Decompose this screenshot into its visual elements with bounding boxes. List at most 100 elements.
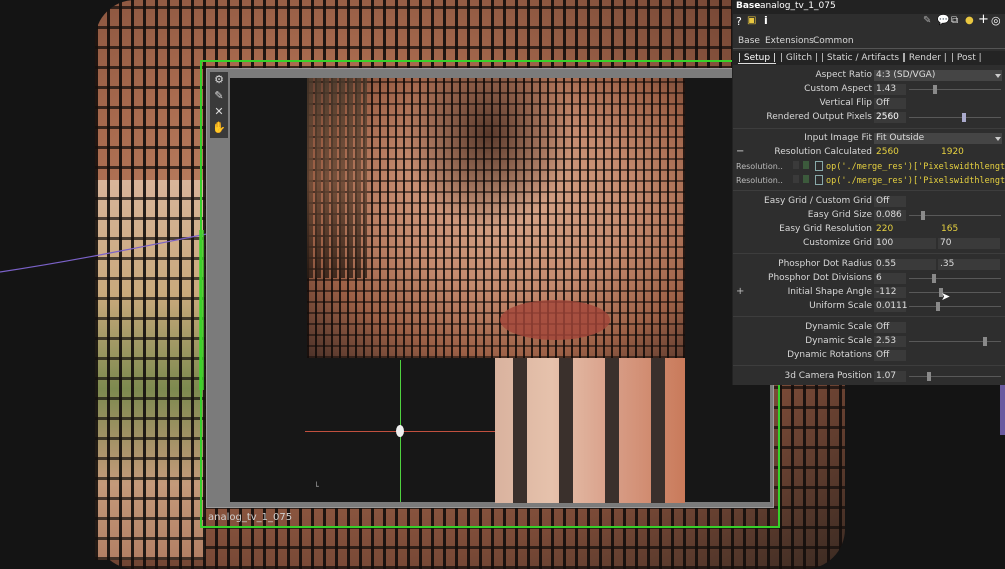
viewer-close-icon[interactable]: ✕ — [210, 104, 228, 120]
custom-aspect-slider[interactable] — [909, 89, 1001, 90]
input-fit-dropdown[interactable]: Fit Outside — [874, 133, 1002, 144]
node-name-label: analog_tv_1_075 — [208, 512, 293, 523]
customize-grid-x-field[interactable]: 100 — [874, 238, 936, 249]
easy-grid-res-y: 165 — [941, 224, 959, 234]
axis-gizmo-icon: └ — [314, 482, 319, 491]
custom-aspect-field[interactable]: 1.43 — [874, 84, 906, 95]
customize-grid-y-field[interactable]: 70 — [938, 238, 1000, 249]
network-editor[interactable]: ⚙ ✎ ✕ ✋ └ analog_tv_1_075 Base analog_tv… — [0, 0, 1005, 569]
node-input-connector[interactable] — [199, 230, 204, 390]
chevron-down-icon — [995, 137, 1001, 141]
zoom-preview-phosphor — [495, 358, 685, 503]
vertical-flip-toggle[interactable]: Off — [874, 98, 906, 109]
dynamic-scale-toggle[interactable]: Off — [874, 322, 906, 333]
offscreen-node-edge — [1000, 385, 1005, 435]
phosphor-radius-field-2[interactable]: .35 — [938, 259, 1000, 270]
render-preview-lips — [500, 300, 610, 340]
python-icon[interactable]: ▣ — [747, 15, 756, 26]
res-expr1-field[interactable]: op('./merge_res')['Pixelswidthlength — [826, 162, 1005, 172]
resolution-calc-width: 2560 — [876, 147, 899, 157]
camera-pos-label: 3d Camera Position — [784, 371, 872, 381]
phosphor-div-field[interactable]: 6 — [874, 273, 906, 284]
viewer-gear-icon[interactable]: ⚙ — [210, 72, 228, 88]
tab-glitch[interactable]: | Glitch | — [780, 53, 818, 63]
viewer-hand-icon[interactable]: ✋ — [210, 120, 228, 136]
dynamic-scale-field[interactable]: 2.53 — [874, 336, 906, 347]
res-expr2-field[interactable]: op('./merge_res')['Pixelswidthlength — [826, 176, 1005, 186]
res-expr1-label: Resolution.. — [736, 162, 783, 171]
res-expr1-expr-icon[interactable] — [815, 161, 823, 171]
camera-pos-knob[interactable] — [927, 372, 931, 381]
info-icon[interactable]: i — [764, 14, 768, 27]
gear-icon[interactable]: ◎ — [991, 14, 1001, 27]
origin-handle[interactable] — [396, 425, 404, 437]
op-family: Base — [736, 1, 761, 11]
empty-canvas-area — [845, 385, 1005, 569]
rendered-output-label: Rendered Output Pixels — [766, 112, 872, 122]
clone-icon[interactable]: ⧉ — [951, 15, 958, 26]
aspect-ratio-label: Aspect Ratio — [815, 70, 872, 80]
viewer-pick-icon[interactable]: ✎ — [210, 88, 228, 104]
res-expr1-python-icon[interactable] — [803, 161, 809, 169]
aspect-ratio-dropdown[interactable]: 4:3 (SD/VGA) — [874, 70, 1002, 81]
dynamic-scale-label: Dynamic Scale — [805, 336, 872, 346]
easy-grid-size-field[interactable]: 0.086 — [874, 210, 906, 221]
uniform-scale-knob[interactable] — [936, 302, 940, 311]
easy-grid-toggle[interactable]: Off — [874, 196, 906, 207]
customize-grid-label: Customize Grid — [803, 238, 872, 248]
camera-pos-slider[interactable] — [909, 376, 1001, 377]
panel-tabs-page: | Setup | | Glitch | | Static / Artifact… — [733, 51, 1005, 65]
phosphor-div-knob[interactable] — [932, 274, 936, 283]
parameter-panel: Base analog_tv_1_075 ? ▣ i ✎ 💬 ⧉ ● + ◎ B… — [732, 0, 1005, 385]
rendered-output-knob[interactable] — [962, 113, 966, 122]
resolution-calc-height: 1920 — [941, 147, 964, 157]
python-alt-icon[interactable]: ● — [965, 15, 974, 26]
vertical-flip-label: Vertical Flip — [819, 98, 872, 108]
render-preview-hair — [307, 78, 367, 278]
easy-grid-res-x: 220 — [876, 224, 894, 234]
custom-aspect-knob[interactable] — [933, 85, 937, 94]
uniform-scale-slider[interactable] — [909, 306, 1001, 307]
dynamic-rot-toggle[interactable]: Off — [874, 350, 906, 361]
phosphor-radius-field[interactable]: 0.55 — [874, 259, 936, 270]
tab-post[interactable]: | Post | — [951, 53, 982, 63]
resolution-calc-label: Resolution Calculated — [774, 147, 872, 157]
camera-pos-field[interactable]: 1.07 — [874, 371, 906, 382]
collapse-minus-icon[interactable]: − — [736, 146, 744, 157]
easy-grid-size-knob[interactable] — [921, 211, 925, 220]
res-expr2-mode-icon[interactable] — [793, 175, 799, 183]
res-expr2-python-icon[interactable] — [803, 175, 809, 183]
panel-title-bar: Base analog_tv_1_075 — [733, 0, 1005, 14]
connection-wire[interactable] — [0, 200, 220, 280]
rendered-output-slider[interactable] — [909, 117, 1001, 118]
comment-icon[interactable]: 💬 — [937, 15, 949, 26]
tab-base[interactable]: Base — [738, 36, 760, 46]
initial-angle-label: Initial Shape Angle — [787, 287, 872, 297]
uniform-scale-field[interactable]: 0.0111 — [874, 301, 908, 312]
phosphor-radius-label: Phosphor Dot Radius — [778, 259, 872, 269]
tab-common[interactable]: Common — [813, 36, 854, 46]
help-icon[interactable]: ? — [736, 15, 742, 28]
tab-static-artifacts[interactable]: | Static / Artifacts | — [821, 53, 905, 63]
initial-angle-slider[interactable] — [909, 292, 1001, 293]
dynamic-scale-slider[interactable] — [909, 341, 1001, 342]
easy-grid-toggle-label: Easy Grid / Custom Grid — [764, 196, 872, 206]
tab-render[interactable]: | Render | — [903, 53, 947, 63]
tab-extensions[interactable]: Extensions — [765, 36, 814, 46]
pencil-icon[interactable]: ✎ — [923, 15, 931, 26]
dynamic-scale-knob[interactable] — [983, 337, 987, 346]
collapse-plus-icon[interactable]: + — [736, 286, 744, 297]
res-expr2-expr-icon[interactable] — [815, 175, 823, 185]
plus-icon[interactable]: + — [978, 12, 989, 27]
tab-setup[interactable]: | Setup | — [738, 53, 776, 64]
mouse-cursor-icon: ➤ — [941, 290, 951, 303]
res-expr1-mode-icon[interactable] — [793, 161, 799, 169]
phosphor-div-slider[interactable] — [909, 278, 1001, 279]
easy-grid-size-label: Easy Grid Size — [807, 210, 872, 220]
rendered-output-field[interactable]: 2560 — [874, 112, 906, 123]
initial-angle-field[interactable]: -112 — [874, 287, 906, 298]
input-fit-label: Input Image Fit — [804, 133, 872, 143]
op-name-field[interactable]: analog_tv_1_075 — [760, 1, 836, 11]
chevron-down-icon — [995, 74, 1001, 78]
panel-tabs-top: Base Extensions Common — [733, 34, 1005, 48]
